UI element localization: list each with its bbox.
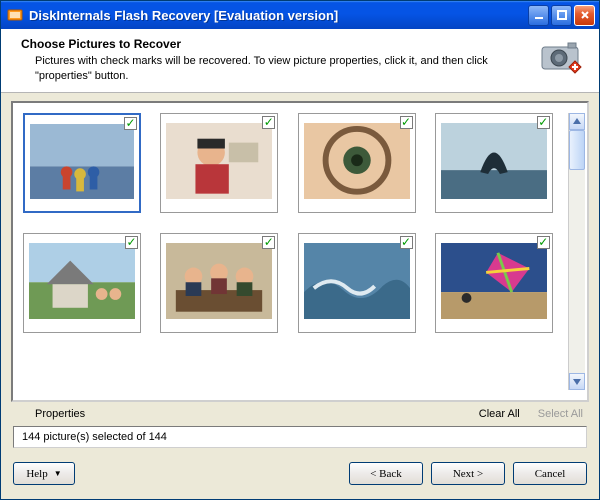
- checkmark-icon[interactable]: ✓: [400, 236, 413, 249]
- wizard-heading: Choose Pictures to Recover: [21, 37, 531, 51]
- next-button[interactable]: Next >: [431, 462, 505, 485]
- selection-status: 144 picture(s) selected of 144: [13, 426, 587, 448]
- titlebar[interactable]: DiskInternals Flash Recovery [Evaluation…: [1, 1, 599, 29]
- close-button[interactable]: [574, 5, 595, 26]
- wizard-header-text: Choose Pictures to Recover Pictures with…: [21, 37, 531, 84]
- window-title: DiskInternals Flash Recovery [Evaluation…: [29, 8, 528, 23]
- scroll-thumb[interactable]: [569, 130, 585, 170]
- thumbnail-item[interactable]: ✓: [298, 113, 416, 213]
- minimize-button[interactable]: [528, 5, 549, 26]
- thumbnail-item[interactable]: ✓: [435, 233, 553, 333]
- thumbnail-item[interactable]: ✓: [23, 233, 141, 333]
- thumbnail-image: [441, 123, 547, 203]
- app-icon: [7, 7, 23, 23]
- checkmark-icon[interactable]: ✓: [537, 236, 550, 249]
- maximize-button[interactable]: [551, 5, 572, 26]
- checkmark-icon[interactable]: ✓: [400, 116, 413, 129]
- window-controls: [528, 5, 595, 26]
- thumbnail-grid: ✓ ✓ ✓ ✓ ✓ ✓ ✓ ✓: [23, 113, 568, 390]
- checkmark-icon[interactable]: ✓: [124, 117, 137, 130]
- thumbnail-item[interactable]: ✓: [298, 233, 416, 333]
- thumbnail-image: [30, 124, 134, 202]
- vertical-scrollbar[interactable]: [568, 113, 585, 390]
- properties-link[interactable]: Properties: [35, 408, 85, 420]
- checkmark-icon[interactable]: ✓: [125, 236, 138, 249]
- chevron-down-icon: ▼: [54, 469, 62, 478]
- thumbnail-image: [304, 243, 410, 323]
- thumbnail-image: [304, 123, 410, 203]
- scroll-track[interactable]: [569, 130, 585, 373]
- checkmark-icon[interactable]: ✓: [262, 236, 275, 249]
- action-link-row: Properties Clear All Select All: [1, 402, 599, 424]
- thumbnail-panel: ✓ ✓ ✓ ✓ ✓ ✓ ✓ ✓: [11, 101, 589, 402]
- thumbnail-image: [166, 243, 272, 323]
- clear-all-link[interactable]: Clear All: [479, 408, 520, 420]
- select-all-link[interactable]: Select All: [538, 408, 583, 420]
- wizard-button-row: Help ▼ < Back Next > Cancel: [1, 448, 599, 499]
- wizard-description: Pictures with check marks will be recove…: [35, 54, 531, 84]
- thumbnail-item[interactable]: ✓: [160, 233, 278, 333]
- thumbnail-image: [166, 123, 272, 203]
- checkmark-icon[interactable]: ✓: [537, 116, 550, 129]
- scroll-up-button[interactable]: [569, 113, 585, 130]
- thumbnail-image: [441, 243, 547, 323]
- thumbnail-item[interactable]: ✓: [23, 113, 141, 213]
- back-button[interactable]: < Back: [349, 462, 423, 485]
- app-window: DiskInternals Flash Recovery [Evaluation…: [0, 0, 600, 500]
- help-button-label: Help: [26, 468, 47, 480]
- thumbnail-item[interactable]: ✓: [160, 113, 278, 213]
- thumbnail-item[interactable]: ✓: [435, 113, 553, 213]
- scroll-down-button[interactable]: [569, 373, 585, 390]
- help-button[interactable]: Help ▼: [13, 462, 75, 485]
- checkmark-icon[interactable]: ✓: [262, 116, 275, 129]
- camera-recovery-icon: [539, 37, 585, 77]
- wizard-header: Choose Pictures to Recover Pictures with…: [1, 29, 599, 93]
- thumbnail-image: [29, 243, 135, 323]
- cancel-button[interactable]: Cancel: [513, 462, 587, 485]
